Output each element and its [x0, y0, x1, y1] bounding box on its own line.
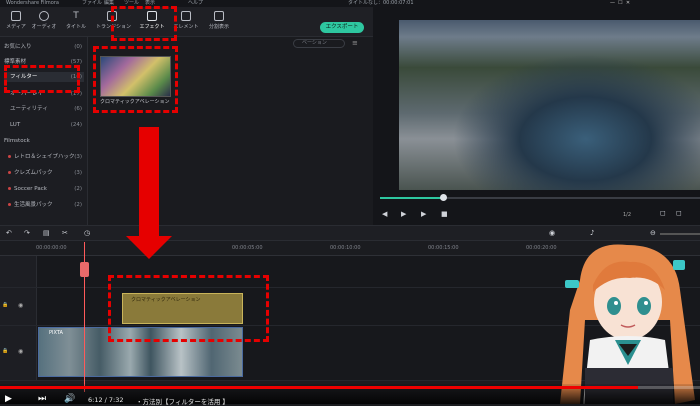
pack-dot-icon: [8, 203, 11, 206]
sidebar-item-count: (3): [74, 170, 82, 176]
eye-icon[interactable]: ◉: [18, 302, 23, 309]
sidebar-item-favorites[interactable]: お気に入り (0): [4, 42, 84, 52]
player-progress-fill: [0, 386, 638, 389]
player-next-icon[interactable]: ⏭: [38, 394, 46, 404]
preview-page: 1/2: [623, 212, 632, 218]
timeline-toolbar: ↶ ↷ ▤ ✂ ◷ ◉ ♪ ⊖: [0, 225, 700, 241]
mic-icon[interactable]: ♪: [590, 229, 594, 237]
zoom-slider[interactable]: [660, 233, 700, 235]
sidebar-item-count: (2): [74, 202, 82, 208]
volume-icon[interactable]: ◻: [660, 209, 666, 217]
sidebar-item-retro[interactable]: レトロ＆シェイプハック (3): [4, 152, 84, 162]
audio-icon: [39, 11, 49, 21]
speed-icon[interactable]: ◷: [84, 229, 90, 237]
annotation-arrow-shaft: [139, 127, 159, 237]
sidebar-item-count: (0): [74, 44, 82, 50]
sidebar-item-count: (3): [74, 154, 82, 160]
title-bar: Wondershare Filmora ファイル 編集 ツール 表示 ヘルプ タ…: [0, 0, 700, 7]
media-icon: [11, 11, 21, 21]
tab-split-screen-label: 分割表示: [208, 24, 229, 30]
window-controls-icon[interactable]: — ☐ ✕: [610, 0, 630, 7]
player-play-icon[interactable]: ▶: [5, 394, 12, 404]
stop-icon[interactable]: ■: [441, 210, 448, 218]
pack-dot-icon: [8, 155, 11, 158]
sidebar-item-count: (2): [74, 186, 82, 192]
redo-icon[interactable]: ↷: [24, 229, 30, 237]
highlight-effect-clip: [108, 275, 269, 342]
sidebar-item-soccer[interactable]: Soccer Pack (2): [4, 184, 84, 194]
sidebar-item-label: 生活風景パック: [14, 202, 53, 208]
highlight-effect-thumbnail: [93, 46, 178, 113]
sidebar-item-label: お気に入り: [4, 44, 32, 50]
title-icon: T: [73, 11, 79, 21]
render-icon[interactable]: ◉: [549, 229, 555, 237]
element-icon: [181, 11, 191, 21]
tab-audio[interactable]: オーディオ: [28, 10, 60, 36]
sidebar-item-utility[interactable]: ユーティリティ (6): [4, 104, 84, 114]
ruler-tick: 00:00:00:00: [36, 245, 67, 251]
lock-icon[interactable]: 🔒: [2, 348, 8, 354]
export-button[interactable]: エクスポート: [320, 22, 364, 33]
snapshot-icon[interactable]: ◻: [676, 209, 682, 217]
track-header: 🔒 ◉: [0, 288, 37, 325]
highlight-filter-category: [4, 65, 80, 93]
sidebar-item-label: LUT: [10, 122, 21, 128]
undo-icon[interactable]: ↶: [6, 229, 12, 237]
player-time: 6:12 / 7:32: [88, 396, 124, 404]
sidebar-item-count: (24): [70, 122, 82, 128]
ruler-tick: 00:00:10:00: [330, 245, 361, 251]
eye-icon[interactable]: ◉: [18, 348, 23, 355]
pack-dot-icon: [8, 171, 11, 174]
menu-help[interactable]: ヘルプ: [188, 0, 203, 7]
sidebar-item-label: Soccer Pack: [14, 186, 47, 192]
ruler-tick: 00:00:15:00: [428, 245, 459, 251]
cut-icon[interactable]: ✂: [62, 229, 68, 237]
player-volume-icon[interactable]: 🔊: [64, 394, 75, 404]
zoom-out-icon[interactable]: ⊖: [650, 229, 656, 237]
lock-icon[interactable]: 🔒: [2, 302, 8, 308]
split-screen-icon: [214, 11, 224, 21]
track-header: 🔒 ◉: [0, 326, 37, 380]
sidebar-item-label: クレズムパック: [14, 170, 53, 176]
app-title: Wondershare Filmora: [6, 0, 59, 6]
anime-character-image: [560, 244, 695, 404]
preview-video: [399, 20, 700, 190]
menu-file[interactable]: ファイル: [82, 0, 102, 7]
step-back-icon[interactable]: ▶: [401, 210, 406, 218]
video-clip-label: PIXTA: [49, 330, 63, 336]
annotation-arrow-icon: [126, 236, 172, 259]
play-icon[interactable]: ▶: [421, 210, 426, 218]
top-toolbar: メディア オーディオ T タイトル トランジション エフェクト エレメント 分割…: [0, 7, 373, 37]
tab-audio-label: オーディオ: [31, 24, 57, 30]
highlight-effect-tab: [111, 6, 177, 41]
ruler-tick: 00:00:05:00: [232, 245, 263, 251]
sidebar-item-lut[interactable]: LUT (24): [4, 120, 84, 130]
sidebar-item-klezm[interactable]: クレズムパック (3): [4, 168, 84, 178]
prev-frame-icon[interactable]: ◀: [382, 210, 387, 218]
delete-icon[interactable]: ▤: [43, 229, 50, 237]
sidebar-item-filmstock[interactable]: Filmstock: [4, 136, 84, 146]
sidebar-item-label: ユーティリティ: [10, 106, 48, 112]
search-input[interactable]: ベーション: [293, 39, 345, 48]
sidebar-item-label: レトロ＆シェイプハック: [14, 154, 75, 160]
sidebar-item-label: Filmstock: [4, 138, 30, 144]
playhead-handle[interactable]: [80, 262, 89, 277]
preview-scrubber-progress: [380, 197, 442, 199]
window-title: タイトルなし：00:00:07:01: [348, 0, 414, 6]
player-chapter[interactable]: ・方法別【フィルターを活用 】: [136, 396, 229, 406]
pack-dot-icon: [8, 187, 11, 190]
sidebar-item-lifestyle[interactable]: 生活風景パック (2): [4, 200, 84, 210]
tab-title-label: タイトル: [65, 24, 86, 30]
track-header: [0, 256, 37, 287]
sidebar-item-count: (6): [74, 106, 82, 112]
ruler-tick: 00:00:20:00: [526, 245, 557, 251]
preview-scrubber-handle[interactable]: [440, 194, 447, 201]
tab-element-label: エレメント: [173, 24, 199, 30]
tab-media-label: メディア: [6, 24, 26, 30]
tab-split-screen[interactable]: 分割表示: [203, 10, 235, 36]
menu-icon[interactable]: ≡: [352, 39, 358, 47]
tab-title[interactable]: T タイトル: [60, 10, 92, 36]
